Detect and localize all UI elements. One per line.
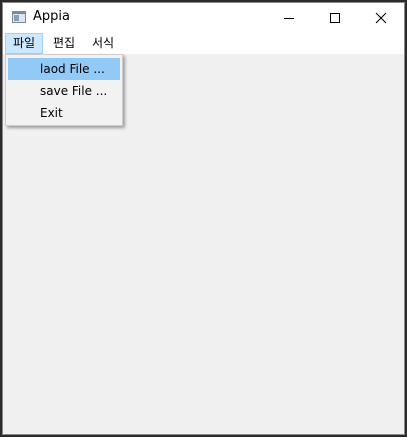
menu-item-exit[interactable]: Exit	[8, 102, 120, 124]
window-title: Appia	[33, 9, 70, 24]
menu-bar: 파일 편집 서식	[3, 33, 404, 54]
minimize-button[interactable]	[266, 3, 312, 33]
menu-format[interactable]: 서식	[85, 33, 121, 54]
minimize-icon	[284, 18, 294, 19]
file-menu-dropdown: laod File ... save File ... Exit	[5, 54, 123, 126]
menu-file[interactable]: 파일	[5, 33, 44, 54]
app-window-icon[interactable]	[12, 11, 26, 23]
maximize-icon	[330, 13, 340, 23]
close-icon	[375, 12, 387, 24]
title-bar[interactable]: Appia	[3, 3, 404, 33]
maximize-button[interactable]	[312, 3, 358, 33]
app-window: Appia 파일 편집 서식 laod File ... save File .…	[2, 2, 405, 435]
menu-item-save-file[interactable]: save File ...	[8, 80, 120, 102]
menu-edit[interactable]: 편집	[46, 33, 82, 54]
menu-item-load-file[interactable]: laod File ...	[8, 58, 120, 80]
close-button[interactable]	[358, 3, 404, 33]
